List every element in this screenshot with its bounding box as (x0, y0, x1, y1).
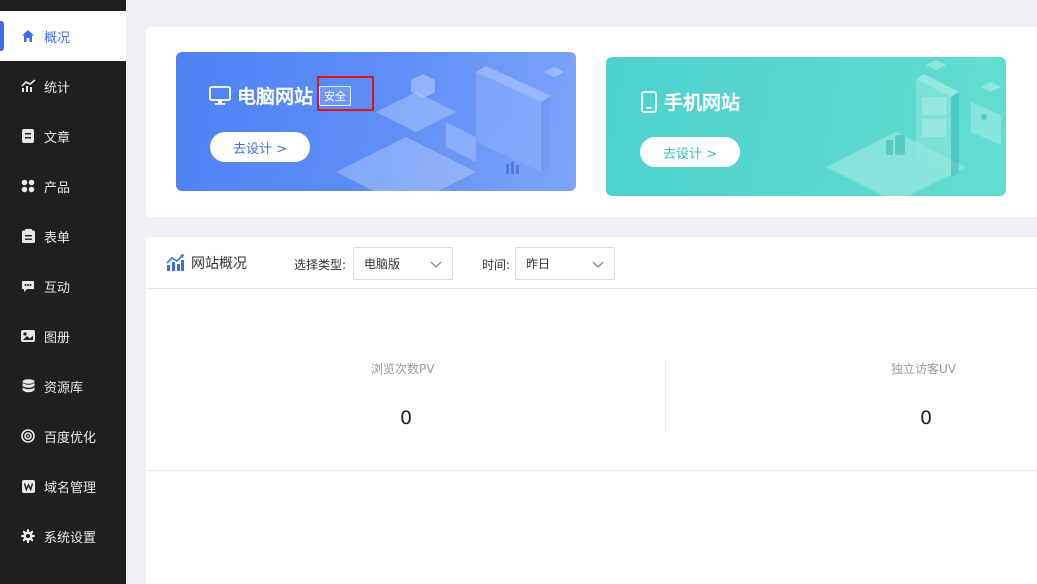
sidebar-item-interaction[interactable]: 互动 (0, 261, 126, 311)
sidebar-item-label: 产品 (44, 180, 71, 196)
sidebar-top-bar (0, 0, 126, 11)
chat-icon (20, 278, 36, 294)
overview-title: 网站概况 (166, 253, 247, 273)
pc-site-card: 电脑网站 安全 去设计 > (176, 52, 576, 191)
type-select-value: 电脑版 (364, 257, 401, 271)
website-overview-panel: 网站概况 选择类型: 电脑版 时间: 昨日 浏览次数PV 0 独立访客UV 0 (146, 237, 1037, 584)
uv-value: 0 (920, 407, 933, 429)
grid-icon (20, 178, 36, 194)
mobile-site-card: 手机网站 去设计 > (606, 57, 1006, 196)
site-cards-panel: 电脑网站 安全 去设计 > 手机网站 去设计 > (146, 27, 1037, 217)
sidebar-item-domains[interactable]: 域名管理 (0, 461, 126, 511)
sidebar-item-statistics[interactable]: 统计 (0, 61, 126, 111)
mobile-card-illustration (826, 60, 1001, 196)
monitor-icon (209, 85, 231, 106)
pc-site-title-text: 电脑网站 (237, 86, 314, 108)
mobile-site-title-text: 手机网站 (664, 92, 741, 114)
image-icon (20, 328, 36, 344)
type-select[interactable]: 电脑版 (353, 247, 453, 280)
trend-chart-icon (166, 254, 185, 272)
pv-label: 浏览次数PV (371, 362, 435, 376)
sidebar-item-gallery[interactable]: 图册 (0, 311, 126, 361)
sidebar-item-baidu-seo[interactable]: 百度优化 (0, 411, 126, 461)
sidebar-item-label: 系统设置 (44, 530, 97, 546)
type-filter-label: 选择类型: (294, 258, 347, 272)
mobile-phone-icon (640, 90, 658, 113)
w-icon (20, 478, 36, 494)
sidebar-item-articles[interactable]: 文章 (0, 111, 126, 161)
sidebar: 概况 统计 文章 产品 表单 互动 图册 资源库 百度优化 域名管理 系统设置 (0, 0, 126, 584)
sidebar-item-label: 互动 (44, 280, 71, 296)
pc-design-button[interactable]: 去设计 > (210, 132, 310, 162)
home-icon (20, 28, 36, 44)
mobile-site-title: 手机网站 (640, 88, 740, 115)
sidebar-item-resources[interactable]: 资源库 (0, 361, 126, 411)
sidebar-item-label: 域名管理 (44, 480, 97, 496)
chevron-down-icon (592, 258, 604, 272)
stats-row: 浏览次数PV 0 独立访客UV 0 (146, 289, 1037, 471)
pc-card-illustration (336, 66, 564, 191)
sidebar-item-label: 文章 (44, 130, 71, 146)
uv-label: 独立访客UV (891, 362, 956, 376)
mobile-design-button[interactable]: 去设计 > (640, 137, 740, 167)
overview-header: 网站概况 选择类型: 电脑版 时间: 昨日 (146, 237, 1037, 289)
chevron-down-icon (430, 258, 442, 272)
database-icon (20, 378, 36, 394)
article-icon (20, 128, 36, 144)
sidebar-item-label: 图册 (44, 330, 71, 346)
sidebar-item-products[interactable]: 产品 (0, 161, 126, 211)
time-filter-label: 时间: (482, 258, 511, 272)
highlight-box (317, 76, 374, 111)
sidebar-item-label: 统计 (44, 80, 71, 96)
gear-icon (20, 528, 36, 544)
sidebar-item-label: 表单 (44, 230, 71, 246)
stats-divider (665, 360, 666, 432)
sidebar-item-label: 百度优化 (44, 430, 97, 446)
time-select[interactable]: 昨日 (515, 247, 615, 280)
sidebar-item-forms[interactable]: 表单 (0, 211, 126, 261)
sidebar-item-settings[interactable]: 系统设置 (0, 511, 126, 561)
target-icon (20, 428, 36, 444)
pv-value: 0 (400, 407, 413, 429)
sidebar-item-label: 资源库 (44, 380, 84, 396)
time-select-value: 昨日 (526, 257, 551, 271)
chart-icon (20, 78, 36, 94)
sidebar-item-label: 概况 (44, 30, 71, 46)
sidebar-item-overview[interactable]: 概况 (0, 11, 126, 61)
overview-title-text: 网站概况 (191, 256, 247, 272)
clipboard-icon (20, 228, 36, 244)
